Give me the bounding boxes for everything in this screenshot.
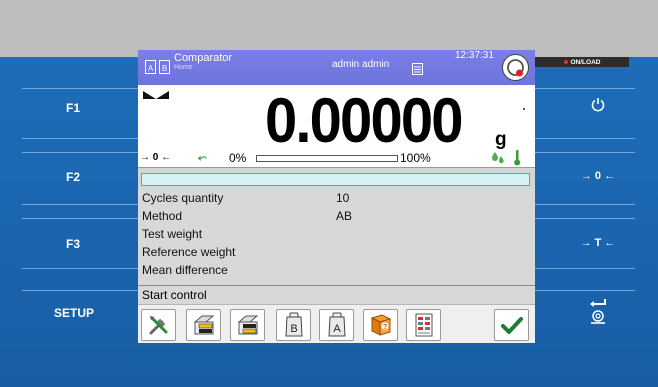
title-bar: A B Comparator Home admin admin 12:37:31 — [138, 50, 535, 85]
settings-button[interactable] — [141, 309, 176, 341]
help-book-icon: ? — [370, 314, 391, 336]
tare-key[interactable]: → T ← — [578, 237, 618, 249]
divider — [22, 138, 138, 139]
f1-key[interactable]: F1 — [66, 101, 80, 115]
weight-b-letter: B — [290, 323, 297, 335]
tools-icon — [149, 316, 167, 335]
humidity-icon — [492, 152, 504, 164]
param-value: 10 — [336, 191, 350, 205]
brand-logo-icon[interactable] — [502, 54, 529, 81]
divider — [535, 290, 635, 291]
range-start-label: 0% — [229, 151, 247, 165]
method-letter-a: A — [145, 60, 156, 74]
param-row-mean-difference[interactable]: Mean difference — [142, 263, 532, 281]
param-label: Mean difference — [142, 263, 228, 277]
toolbar: B A ? — [138, 304, 535, 343]
mode-title: Comparator — [174, 52, 233, 64]
divider — [22, 204, 138, 205]
decimal-indicator — [523, 108, 525, 110]
divider — [22, 268, 138, 269]
process-progress-bar — [141, 173, 530, 186]
start-control-row[interactable]: Start control — [138, 285, 535, 305]
method-ab-icon: A B — [145, 60, 170, 74]
f3-key[interactable]: F3 — [66, 237, 80, 251]
power-key[interactable] — [578, 97, 618, 117]
clock: 12:37:31 — [455, 50, 494, 61]
param-label: Test weight — [142, 227, 203, 241]
param-value: AB — [336, 209, 353, 223]
setup-key[interactable]: SETUP — [54, 306, 94, 320]
weighing-area: 0.00000 g → 0 ← ⬿ 0% 100% — [138, 85, 535, 167]
param-label: Reference weight — [142, 245, 236, 259]
help-button[interactable]: ? — [363, 309, 398, 341]
enter-print-key[interactable] — [578, 297, 618, 330]
weight-a-letter: A — [333, 323, 341, 335]
logo-ring-icon — [507, 59, 524, 77]
confirm-button[interactable] — [494, 309, 529, 341]
power-icon — [591, 98, 605, 112]
divider — [535, 218, 635, 219]
database-icon — [412, 63, 423, 75]
led-icon — [563, 60, 568, 64]
divider — [535, 204, 635, 205]
zero-indicator: → 0 ← — [140, 152, 172, 163]
weight-b-button[interactable]: B — [276, 309, 311, 341]
mass-readout: 0.00000 — [265, 86, 463, 156]
stability-marker-icon — [143, 91, 169, 99]
divider — [22, 218, 138, 219]
unit-label[interactable]: g — [495, 129, 507, 151]
range-end-label: 100% — [400, 151, 431, 165]
param-row-test-weight[interactable]: Test weight — [142, 227, 532, 245]
report-button[interactable] — [406, 309, 441, 341]
param-label: Method — [142, 209, 183, 223]
parameters-panel: Cycles quantity 10 Method AB Test weight… — [138, 189, 535, 285]
top-frame — [0, 0, 658, 57]
printout-footer-button[interactable] — [230, 309, 265, 341]
param-label: Cycles quantity — [142, 191, 224, 205]
checkmark-icon — [500, 317, 523, 334]
divider — [22, 290, 138, 291]
temperature-icon — [514, 150, 521, 166]
divider — [535, 152, 635, 153]
f2-key[interactable]: F2 — [66, 170, 80, 184]
printer-header-icon — [193, 315, 214, 335]
report-icon — [415, 313, 432, 337]
printer-footer-icon — [237, 315, 258, 335]
svg-text:?: ? — [382, 324, 386, 331]
process-progress-row — [138, 167, 535, 190]
weight-a-icon: A — [327, 312, 346, 337]
autozero-icon: ⬿ — [198, 152, 207, 164]
mode-subtitle: Home — [174, 64, 193, 71]
load-bargraph — [256, 155, 398, 162]
divider — [535, 268, 635, 269]
weight-b-icon: B — [284, 312, 303, 337]
logged-user[interactable]: admin admin — [332, 59, 389, 70]
param-row-reference-weight[interactable]: Reference weight — [142, 245, 532, 263]
param-row-method[interactable]: Method AB — [142, 209, 532, 227]
on-load-indicator: ON/LOAD — [535, 57, 629, 67]
zero-key[interactable]: → 0 ← — [578, 170, 618, 182]
divider — [22, 88, 138, 89]
method-letter-b: B — [159, 60, 170, 74]
divider — [535, 88, 635, 89]
enter-print-icon — [590, 299, 606, 324]
param-row-cycles[interactable]: Cycles quantity 10 — [142, 191, 532, 209]
weight-a-button[interactable]: A — [319, 309, 354, 341]
on-load-label: ON/LOAD — [570, 58, 601, 66]
divider — [22, 152, 138, 153]
divider — [535, 138, 635, 139]
display-screen: A B Comparator Home admin admin 12:37:31… — [138, 50, 535, 343]
start-control-label: Start control — [142, 288, 207, 302]
printout-header-button[interactable] — [186, 309, 221, 341]
